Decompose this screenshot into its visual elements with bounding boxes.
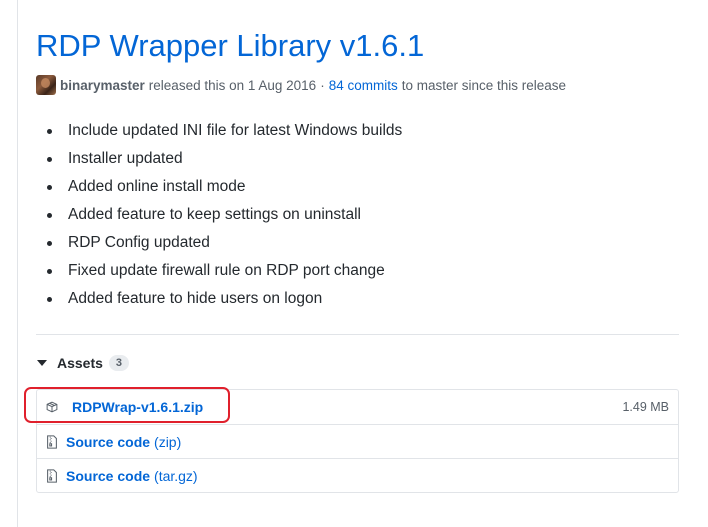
avatar[interactable]: [36, 75, 56, 95]
release-note-item: Fixed update firewall rule on RDP port c…: [36, 257, 402, 285]
assets-count-badge: 3: [108, 355, 129, 371]
sidebar-divider: [17, 0, 18, 527]
release-note-item: Installer updated: [36, 145, 402, 173]
asset-row[interactable]: Source code (tar.gz): [37, 458, 678, 492]
release-notes-list: Include updated INI file for latest Wind…: [36, 117, 402, 313]
commits-suffix: to master since this release: [401, 77, 567, 93]
release-meta: binarymaster released this on 1 Aug 2016…: [36, 75, 566, 95]
file-zip-icon: [46, 468, 58, 483]
asset-row[interactable]: RDPWrap-v1.6.1.zip 1.49 MB: [37, 390, 678, 424]
source-code-targz-link[interactable]: Source code: [66, 468, 150, 484]
release-page: RDP Wrapper Library v1.6.1 binarymaster …: [0, 0, 708, 527]
asset-row[interactable]: Source code (zip): [37, 424, 678, 458]
release-note-item: Added online install mode: [36, 173, 402, 201]
released-text: released this on 1 Aug 2016: [148, 77, 317, 93]
asset-format-label[interactable]: (tar.gz): [154, 468, 198, 484]
section-divider: [36, 334, 679, 335]
release-note-item: Added feature to keep settings on uninst…: [36, 201, 402, 229]
asset-link-rdpwrap-zip[interactable]: RDPWrap-v1.6.1.zip: [72, 399, 203, 415]
release-note-item: RDP Config updated: [36, 229, 402, 257]
release-title[interactable]: RDP Wrapper Library v1.6.1: [36, 26, 424, 66]
release-note-item: Added feature to hide users on logon: [36, 285, 402, 313]
package-icon: [46, 400, 58, 414]
assets-toggle[interactable]: Assets 3: [36, 353, 129, 373]
source-code-zip-link[interactable]: Source code: [66, 434, 150, 450]
release-note-item: Include updated INI file for latest Wind…: [36, 117, 402, 145]
assets-list: RDPWrap-v1.6.1.zip 1.49 MB Source code (…: [36, 389, 679, 493]
meta-separator: ·: [320, 77, 325, 93]
asset-format-label[interactable]: (zip): [154, 434, 181, 450]
caret-down-icon: [37, 360, 47, 366]
author-link[interactable]: binarymaster: [60, 78, 145, 93]
commits-link[interactable]: 84 commits: [329, 78, 398, 93]
assets-label: Assets: [57, 355, 103, 371]
asset-size: 1.49 MB: [622, 400, 669, 414]
file-zip-icon: [46, 434, 58, 449]
